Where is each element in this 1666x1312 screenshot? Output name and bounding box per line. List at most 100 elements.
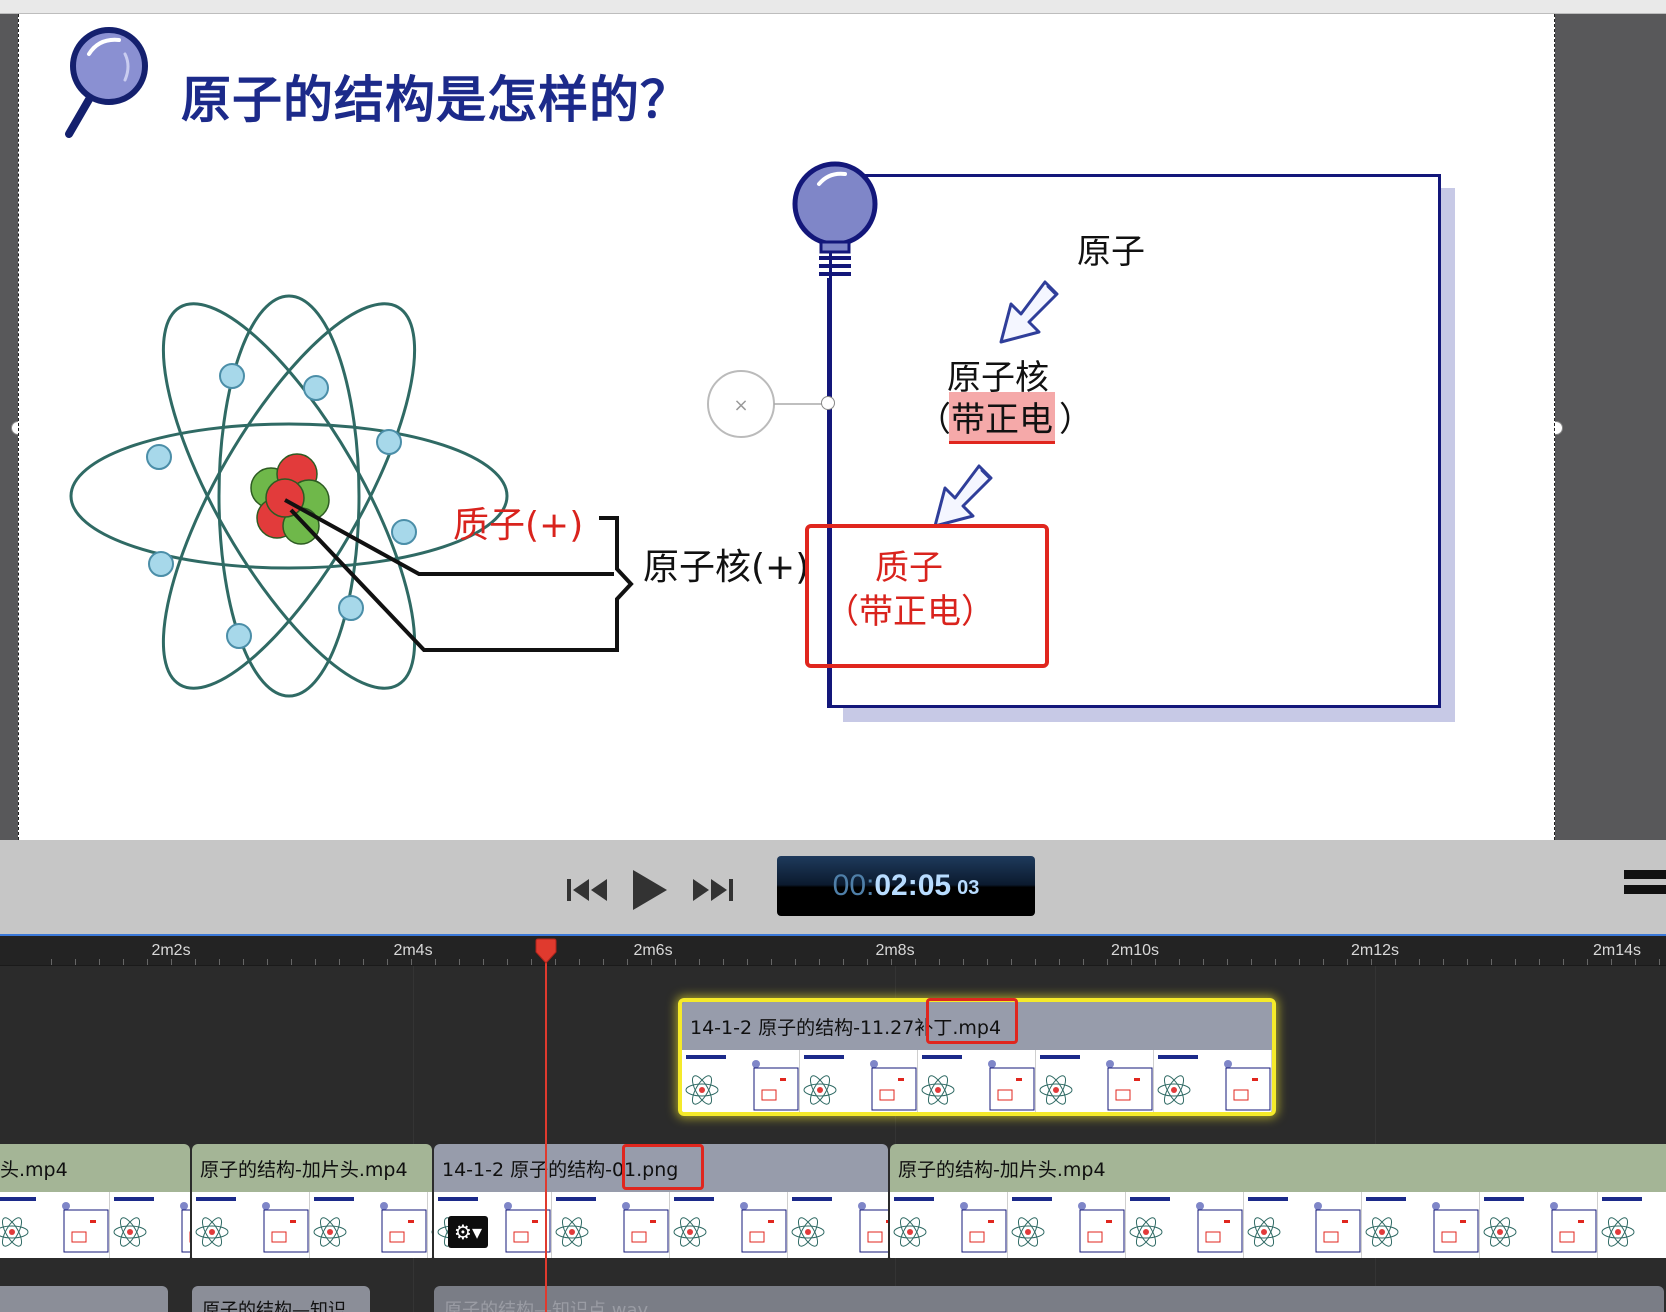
tick-mark [291,959,292,965]
tick-mark [1371,959,1372,965]
skip-forward-icon [693,879,733,901]
tick-label: 2m14s [1592,942,1642,959]
tick-mark [771,959,772,965]
audio-clip-2[interactable]: 原子的结构—知识 [192,1286,370,1312]
clip-thumbnail [788,1192,888,1258]
audio-clip-3[interactable]: 原子的结构—知识点.wav [434,1286,1664,1312]
tick-label: 2m8s [875,942,915,959]
timecode-display[interactable]: 00: 02:05 03 [777,856,1035,916]
box-charge-text: 带正电 [949,392,1055,444]
tick-mark [795,959,796,965]
box-atom-label: 原子 [1077,232,1145,272]
tick-mark [843,959,844,965]
play-button[interactable] [628,870,672,910]
timecode-main: 02:05 [874,869,952,902]
audio-clip-title: 原子的结构—知识 [202,1300,346,1312]
tick-mark [1035,959,1036,965]
tick-mark [1563,959,1564,965]
clip-thumbnails [192,1192,432,1258]
tick-mark [1299,959,1300,965]
tick-mark [171,959,172,965]
tick-mark [1059,959,1060,965]
tick-mark [1011,959,1012,965]
playhead-line [545,946,547,1312]
tick-mark [147,959,148,965]
tick-mark [1251,959,1252,965]
tick-mark [1179,959,1180,965]
main-clip-2[interactable]: 原子的结构-加片头.mp4 [192,1144,432,1262]
tick-mark [939,959,940,965]
playhead-icon[interactable] [534,938,558,964]
tick-mark [987,959,988,965]
anchor-circle-icon[interactable]: × [705,368,825,440]
box-proton-charge: （带正电） [825,592,995,632]
highlight-box-mp4 [926,998,1018,1044]
tick-mark [363,959,364,965]
magnifier-icon [65,27,148,138]
clip-thumbnail [1244,1192,1362,1258]
tick-mark [1491,959,1492,965]
highlight-box-png [622,1144,704,1190]
clip-title: 原子的结构-加片头.mp4 [192,1144,432,1192]
clip-thumbnail [1126,1192,1244,1258]
clip-thumbnail [800,1050,918,1112]
box-proton-label: 质子 [875,548,943,588]
tick-mark [1131,959,1132,965]
tick-mark [1347,959,1348,965]
clip-thumbnail [552,1192,670,1258]
skip-back-icon [567,879,607,901]
clip-thumbnail [682,1050,800,1112]
box-charge-open: （ [917,400,951,440]
hamburger-icon[interactable] [1624,870,1666,902]
clip-thumbnail [310,1192,428,1258]
tick-mark [1635,959,1636,965]
connector-handle[interactable] [821,396,835,410]
skip-back-button[interactable] [564,870,612,910]
tick-mark [1083,959,1084,965]
tick-label: 2m12s [1350,942,1400,959]
tick-mark [747,959,748,965]
clip-thumbnail [1480,1192,1598,1258]
box-charge-close: ） [1059,400,1093,440]
down-arrow-icon [999,280,1059,344]
tick-mark [819,959,820,965]
tick-mark [1539,959,1540,965]
tick-mark [1227,959,1228,965]
time-ruler[interactable]: 2m2s 2m4s 2m6s 2m8s 2m10s 2m12s 2m14s [0,936,1666,966]
tick-mark [1395,959,1396,965]
svg-text:×: × [733,395,748,416]
timeline[interactable]: 2m2s 2m4s 2m6s 2m8s 2m10s 2m12s 2m14s 14… [0,936,1666,1312]
tick-mark [699,959,700,965]
clip-thumbnail [670,1192,788,1258]
transport-bar: 00: 02:05 03 [0,840,1666,936]
play-icon [633,870,667,910]
clip-thumbnails [0,1192,190,1258]
gear-icon[interactable]: ⚙▾ [448,1216,488,1248]
tick-mark [1419,959,1420,965]
tick-mark [75,959,76,965]
tick-mark [1467,959,1468,965]
slide-canvas[interactable]: 原子的结构是怎样的？ 质子(+) 原子核(+) × 原子 原子核 （ 带正电 ）… [18,14,1555,840]
clip-thumbnails [434,1192,888,1258]
tick-mark [243,959,244,965]
video-editor-window: 原子的结构是怎样的？ 质子(+) 原子核(+) × 原子 原子核 （ 带正电 ）… [0,0,1666,1312]
tick-mark [483,959,484,965]
main-clip-1[interactable]: 头.mp4 [0,1144,190,1262]
tick-mark [675,959,676,965]
tick-mark [219,959,220,965]
preview-pane: 原子的结构是怎样的？ 质子(+) 原子核(+) × 原子 原子核 （ 带正电 ）… [0,0,1666,840]
tick-mark [123,959,124,965]
tick-label: 2m10s [1110,942,1160,959]
timecode-hours: 00: [832,869,875,902]
tick-mark [1155,959,1156,965]
clip-thumbnail [890,1192,1008,1258]
audio-clip-1[interactable] [0,1286,168,1312]
clip-thumbnail [1362,1192,1480,1258]
tick-mark [867,959,868,965]
tick-mark [1515,959,1516,965]
main-clip-4[interactable]: 原子的结构-加片头.mp4 [890,1144,1666,1262]
tick-mark [435,959,436,965]
clip-thumbnail [110,1192,190,1258]
tick-mark [1443,959,1444,965]
skip-forward-button[interactable] [688,870,736,910]
